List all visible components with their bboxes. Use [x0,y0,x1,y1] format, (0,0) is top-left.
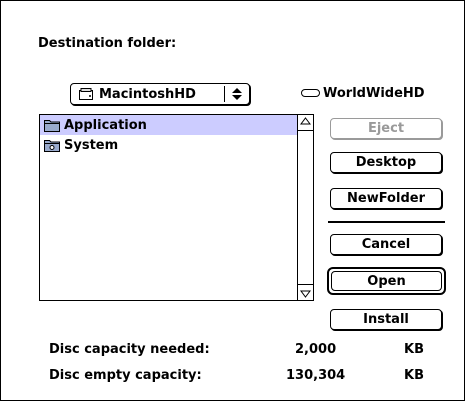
new-folder-button[interactable]: NewFolder [330,188,442,209]
install-dialog: Destination folder: MacintoshHD WorldWid… [0,0,465,401]
capacity-empty-value: 130,304 [286,368,346,383]
cancel-button[interactable]: Cancel [330,234,442,255]
file-list[interactable]: Application System [39,114,314,301]
button-divider [328,221,445,223]
desktop-button[interactable]: Desktop [330,152,442,173]
list-item-label: System [64,137,119,153]
open-button-label: Open [331,271,442,291]
vertical-scrollbar[interactable] [297,115,313,300]
current-volume-name: WorldWideHD [323,85,425,101]
popup-divider [224,86,225,102]
up-down-arrows-icon [232,88,242,100]
volume-popup[interactable]: MacintoshHD [70,83,250,105]
current-volume: WorldWideHD [301,83,425,103]
disk-icon [79,88,93,100]
file-list-rows: Application System [40,115,297,300]
folder-icon [44,120,60,132]
destination-folder-label: Destination folder: [38,36,177,51]
eject-button[interactable]: Eject [330,118,442,139]
capacity-needed-label: Disc capacity needed: [49,342,210,357]
capacity-empty-label: Disc empty capacity: [49,368,202,383]
capacity-needed-value: 2,000 [295,342,337,357]
drive-icon [301,89,320,97]
install-button[interactable]: Install [330,309,442,330]
list-item-label: Application [64,117,147,133]
volume-popup-label: MacintoshHD [99,86,196,102]
capacity-empty-unit: KB [404,368,424,383]
scroll-up-arrow-icon[interactable] [298,115,313,131]
list-item-application[interactable]: Application [40,115,297,135]
system-folder-icon [44,140,60,152]
capacity-needed-unit: KB [404,342,424,357]
list-item-system[interactable]: System [40,135,297,155]
scroll-down-arrow-icon[interactable] [298,284,313,300]
open-button[interactable]: Open [327,267,446,295]
